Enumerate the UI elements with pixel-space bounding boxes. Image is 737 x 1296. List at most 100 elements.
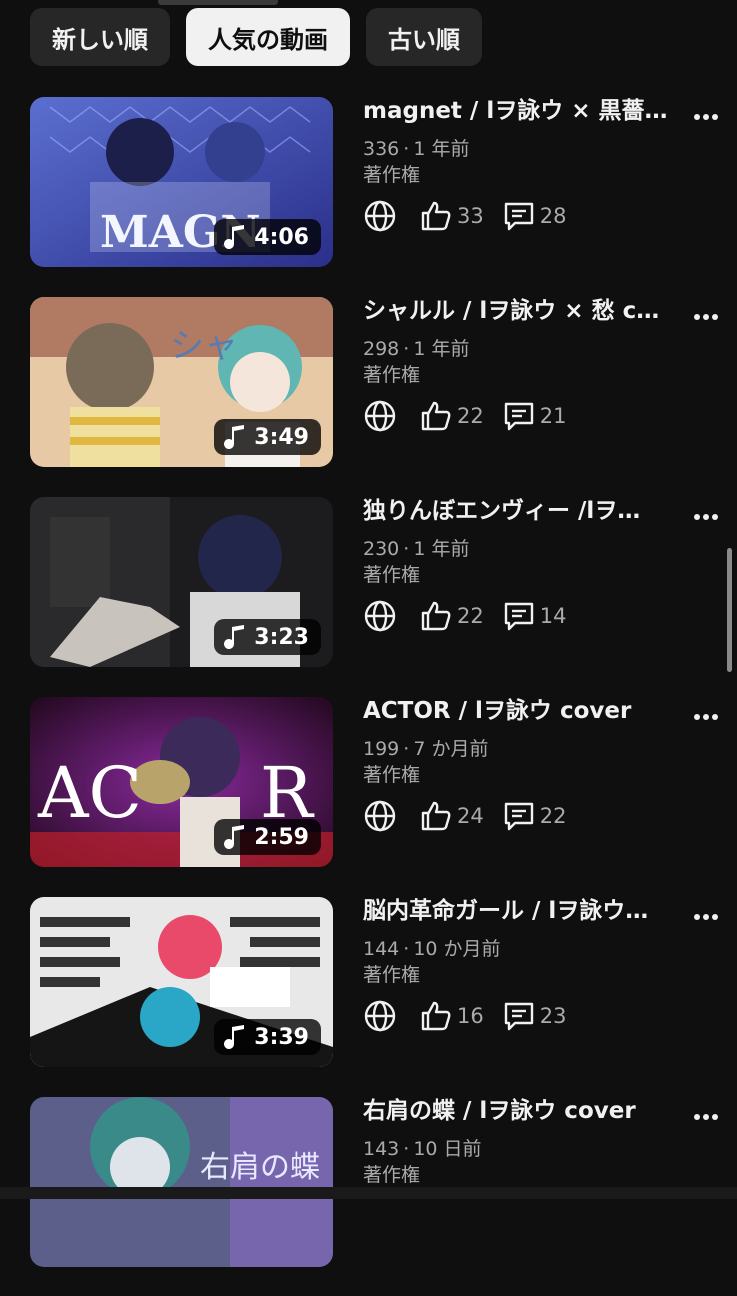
upload-age: 10 か月前 (413, 938, 501, 960)
video-thumbnail[interactable]: 右肩の蝶 (30, 1097, 333, 1267)
comment-stat[interactable]: 22 (502, 799, 567, 833)
like-stat[interactable]: 24 (419, 799, 484, 833)
more-vertical-icon (694, 314, 718, 320)
like-count: 33 (457, 204, 484, 228)
video-thumbnail[interactable]: MAGN 4:06 (30, 97, 333, 267)
top-handle (158, 0, 278, 5)
visibility-status[interactable] (363, 999, 401, 1033)
more-button[interactable] (691, 1102, 721, 1132)
copyright-label: 著作権 (363, 364, 421, 386)
video-title[interactable]: シャルル / lヲ詠ウ × 愁 c… (363, 297, 688, 325)
view-count: 143 (363, 1138, 400, 1160)
duration-text: 3:23 (254, 624, 309, 650)
comment-stat[interactable]: 28 (502, 199, 566, 233)
video-stats: 22 14 (363, 599, 688, 633)
video-stats: 16 23 (363, 999, 688, 1033)
svg-text:右肩の蝶: 右肩の蝶 (200, 1150, 320, 1185)
like-stat[interactable]: 16 (419, 999, 484, 1033)
view-count: 199 (363, 738, 400, 760)
more-button[interactable] (691, 102, 721, 132)
video-thumbnail[interactable]: 3:39 (30, 897, 333, 1067)
like-count: 22 (457, 404, 484, 428)
comment-count: 14 (539, 604, 567, 628)
video-item[interactable]: シャ 3:49 シャルル / lヲ詠ウ × 愁 c… 298 · 1 年前 著作権 … (0, 296, 737, 496)
comment-icon (504, 602, 533, 631)
like-stat[interactable]: 22 (419, 399, 484, 433)
more-button[interactable] (691, 502, 721, 532)
view-count: 144 (363, 938, 400, 960)
svg-text:AC: AC (37, 752, 142, 834)
more-button[interactable] (691, 702, 721, 732)
video-item[interactable]: 3:23 独りんぼエンヴィー /lヲ… 230 · 1 年前 著作権 22 14 (0, 496, 737, 696)
more-vertical-icon (694, 914, 718, 920)
copyright-label: 著作権 (363, 764, 421, 786)
sort-chips: 新しい順 人気の動画 古い順 (30, 8, 482, 66)
svg-text:シャ: シャ (170, 326, 238, 366)
separator: · (403, 338, 410, 360)
more-vertical-icon (694, 114, 718, 120)
scrollbar[interactable] (727, 548, 732, 672)
globe-icon (364, 400, 396, 432)
more-vertical-icon (694, 714, 718, 720)
comment-icon (504, 802, 533, 831)
comment-icon (504, 402, 533, 431)
view-count: 336 (363, 138, 400, 160)
copyright-label: 著作権 (363, 964, 421, 986)
video-item[interactable]: AC R 2:59 ACTOR / lヲ詠ウ cover 199 · 7 か月前 著… (0, 696, 737, 896)
like-stat[interactable]: 33 (419, 199, 484, 233)
more-button[interactable] (691, 302, 721, 332)
separator: · (403, 738, 410, 760)
copyright-label: 著作権 (363, 1164, 421, 1186)
music-note-icon (224, 425, 245, 449)
duration-badge: 3:49 (214, 419, 321, 455)
video-title[interactable]: 独りんぼエンヴィー /lヲ… (363, 497, 688, 525)
video-thumbnail[interactable]: AC R 2:59 (30, 697, 333, 867)
chip-popular[interactable]: 人気の動画 (186, 8, 350, 66)
video-thumbnail[interactable]: 3:23 (30, 497, 333, 667)
video-title[interactable]: ACTOR / lヲ詠ウ cover (363, 697, 688, 725)
music-note-icon (224, 225, 245, 249)
video-meta: 336 · 1 年前 (363, 136, 688, 162)
view-count: 230 (363, 538, 400, 560)
upload-age: 10 日前 (413, 1138, 482, 1160)
visibility-status[interactable] (363, 399, 401, 433)
comment-stat[interactable]: 23 (502, 999, 567, 1033)
visibility-status[interactable] (363, 199, 401, 233)
more-button[interactable] (691, 902, 721, 932)
chip-newest[interactable]: 新しい順 (30, 8, 170, 66)
duration-text: 3:39 (254, 1024, 309, 1050)
video-title[interactable]: magnet / lヲ詠ウ × 黒薔薇… (363, 97, 688, 125)
video-item[interactable]: MAGN 4:06 magnet / lヲ詠ウ × 黒薔薇… 336 · 1 年前 … (0, 96, 737, 296)
video-info: magnet / lヲ詠ウ × 黒薔薇… 336 · 1 年前 著作権 33 28 (363, 96, 688, 233)
comment-icon (504, 1002, 533, 1031)
thumbs-up-icon (421, 1001, 451, 1031)
chip-oldest[interactable]: 古い順 (366, 8, 482, 66)
video-thumbnail[interactable]: シャ 3:49 (30, 297, 333, 467)
visibility-status[interactable] (363, 599, 401, 633)
video-info: 独りんぼエンヴィー /lヲ… 230 · 1 年前 著作権 22 14 (363, 496, 688, 633)
video-title[interactable]: 脳内革命ガール / lヲ詠ウ… (363, 897, 688, 925)
separator: · (403, 938, 410, 960)
video-stats: 24 22 (363, 799, 688, 833)
video-item[interactable]: 3:39 脳内革命ガール / lヲ詠ウ… 144 · 10 か月前 著作権 16 2… (0, 896, 737, 1096)
video-stats: 33 28 (363, 199, 688, 233)
thumbs-up-icon (421, 601, 451, 631)
video-meta: 298 · 1 年前 (363, 336, 688, 362)
comment-stat[interactable]: 14 (502, 599, 567, 633)
video-meta: 230 · 1 年前 (363, 536, 688, 562)
duration-text: 2:59 (254, 824, 309, 850)
video-info: 脳内革命ガール / lヲ詠ウ… 144 · 10 か月前 著作権 16 23 (363, 896, 688, 1033)
comment-count: 23 (539, 1004, 567, 1028)
duration-badge: 3:39 (214, 1019, 321, 1055)
comment-stat[interactable]: 21 (502, 399, 566, 433)
like-count: 22 (457, 604, 484, 628)
globe-icon (364, 1000, 396, 1032)
video-title[interactable]: 右肩の蝶 / lヲ詠ウ cover (363, 1097, 688, 1125)
globe-icon (364, 200, 396, 232)
like-stat[interactable]: 22 (419, 599, 484, 633)
video-meta: 143 · 10 日前 (363, 1136, 688, 1162)
comment-count: 22 (539, 804, 567, 828)
duration-text: 3:49 (254, 424, 309, 450)
upload-age: 1 年前 (413, 138, 470, 160)
visibility-status[interactable] (363, 799, 401, 833)
